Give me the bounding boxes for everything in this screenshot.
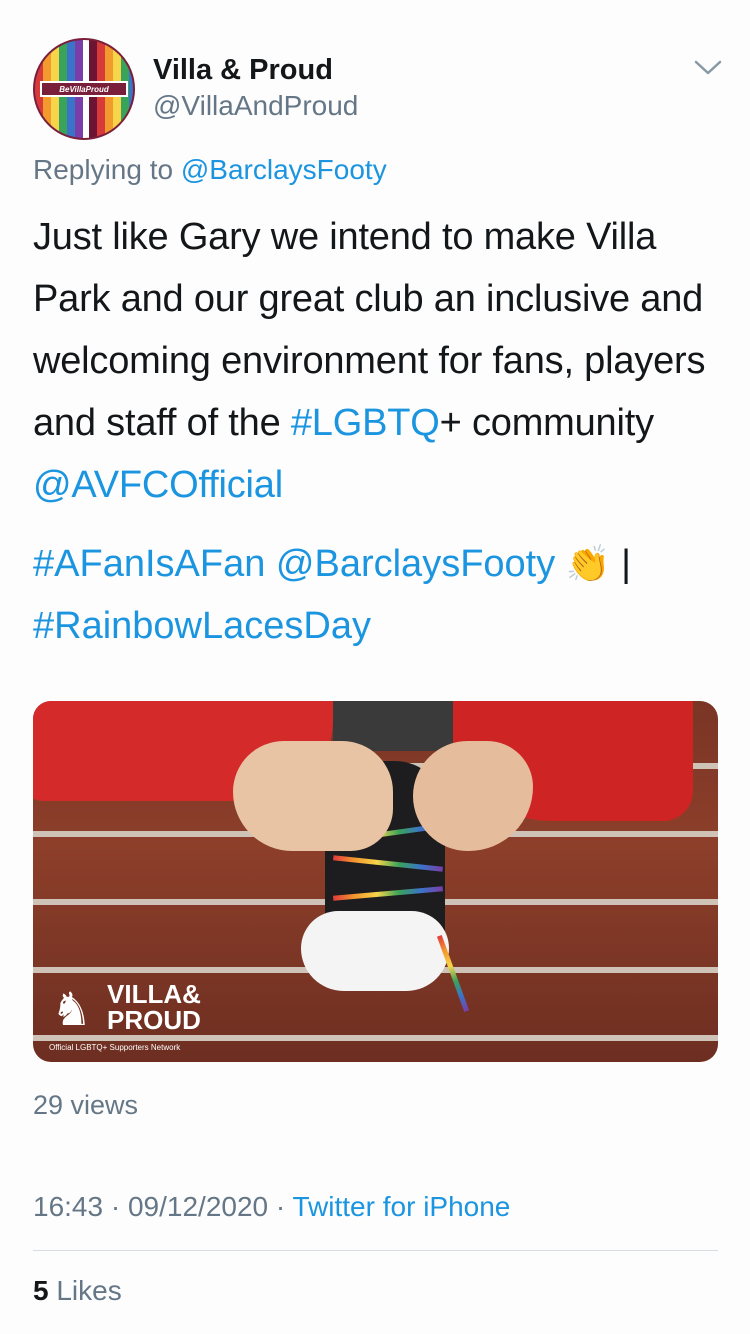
view-count: 29 views [33,1090,139,1120]
author-names[interactable]: Villa & Proud @VillaAndProud [153,52,358,124]
likes-count: 5 [33,1275,49,1306]
author-handle[interactable]: @VillaAndProud [153,88,358,124]
tweet-date: 09/12/2020 [127,1191,269,1222]
replying-handle-link[interactable]: @BarclaysFooty [181,154,387,185]
clapping-hands-icon: 👏 [565,543,611,584]
divider [33,1250,718,1251]
tweet-body: Just like Gary we intend to make Villa P… [33,206,733,516]
media-hand-left [233,741,393,851]
tweet-meta: 16:43 · 09/12/2020 · Twitter for iPhone [33,1191,510,1223]
separator: | [610,543,632,585]
replying-to: Replying to @BarclaysFooty [33,154,387,186]
meta-dot: · [103,1191,128,1222]
chevron-down-icon[interactable] [693,56,723,78]
replying-prefix: Replying to [33,154,174,185]
video-media[interactable]: ♞ VILLA& PROUD Official LGBTQ+ Supporter… [33,701,718,1062]
author-display-name[interactable]: Villa & Proud [153,52,358,88]
media-sneaker-toe [301,911,449,991]
tweet-source-link[interactable]: Twitter for iPhone [293,1191,511,1222]
tweet-time: 16:43 [33,1191,104,1222]
media-hand-right [413,741,533,851]
avatar[interactable]: BeVillaProud [33,38,135,140]
logo-title: VILLA& PROUD [107,979,201,1035]
lion-icon: ♞ [51,983,93,1035]
tweet-header: BeVillaProud Villa & Proud @VillaAndProu… [33,38,723,140]
media-lace [436,935,470,1012]
likes-label: Likes [48,1275,122,1306]
avatar-badge: BeVillaProud [40,81,128,97]
villa-proud-logo: ♞ VILLA& PROUD Official LGBTQ+ Supporter… [47,979,247,1057]
mention-barclaysfooty[interactable]: @BarclaysFooty [276,543,555,585]
tweet-text-part2: + community [439,402,654,444]
likes-stat[interactable]: 5 Likes [33,1275,122,1307]
logo-subtitle: Official LGBTQ+ Supporters Network [49,1043,181,1052]
meta-dot2: · [268,1191,293,1222]
hashtag-lgbtq[interactable]: #LGBTQ [291,402,440,444]
hashtag-afanisafan[interactable]: #AFanIsAFan [33,543,265,585]
hashtag-rainbowlacesday[interactable]: #RainbowLacesDay [33,605,371,647]
mention-avfc[interactable]: @AVFCOfficial [33,464,283,506]
tweet-body-second: #AFanIsAFan @BarclaysFooty 👏 | #RainbowLa… [33,533,733,657]
